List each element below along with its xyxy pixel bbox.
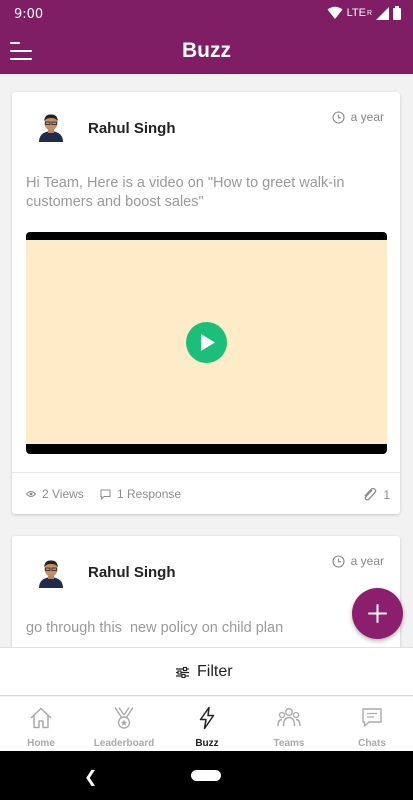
nav-item-teams[interactable]: Teams xyxy=(248,697,330,751)
roaming-indicator: R xyxy=(366,9,372,17)
nav-item-buzz[interactable]: Buzz xyxy=(166,697,248,751)
medal-icon xyxy=(114,707,134,729)
nav-item-home[interactable]: Home xyxy=(0,697,82,751)
clock-icon xyxy=(332,554,345,568)
responses-label: 1 Response xyxy=(117,487,182,501)
network-type: LTE xyxy=(346,7,366,19)
attachment-label: 1 xyxy=(383,487,390,502)
system-navigation-bar: ❮ xyxy=(0,751,413,800)
nav-label-buzz: Buzz xyxy=(195,738,219,749)
status-icons: LTE R xyxy=(327,6,401,20)
page-title: Buzz xyxy=(182,39,231,62)
post-card[interactable]: Rahul Singh a year go through this new p… xyxy=(12,536,400,647)
video-player[interactable] xyxy=(26,232,387,454)
lightning-icon xyxy=(199,706,215,730)
post-time: a year xyxy=(332,554,384,568)
views-count[interactable]: 2 Views xyxy=(26,487,84,501)
avatar[interactable] xyxy=(36,558,66,588)
post-text: Hi Team, Here is a video on "How to gree… xyxy=(26,175,345,210)
post-author[interactable]: Rahul Singh xyxy=(88,564,176,581)
home-pill-icon[interactable] xyxy=(191,770,221,781)
wifi-icon xyxy=(327,6,343,19)
status-bar: 9:00 LTE R xyxy=(0,0,413,29)
bottom-navigation: Home Leaderboard Buzz Teams Chats xyxy=(0,697,413,751)
signal-icon xyxy=(376,6,389,20)
avatar[interactable] xyxy=(36,112,66,142)
eye-icon xyxy=(26,491,36,497)
views-label: 2 Views xyxy=(42,487,84,501)
sliders-icon xyxy=(176,666,189,678)
filter-bar[interactable]: Filter xyxy=(0,647,413,696)
status-time: 9:00 xyxy=(14,7,44,22)
responses-count[interactable]: 1 Response xyxy=(100,487,181,501)
nav-label-chats: Chats xyxy=(358,738,386,749)
play-icon xyxy=(201,334,215,351)
add-post-button[interactable] xyxy=(352,588,403,639)
nav-item-leaderboard[interactable]: Leaderboard xyxy=(83,697,165,751)
attachment-count[interactable]: 1 xyxy=(362,487,390,502)
comment-icon xyxy=(100,489,111,500)
filter-button[interactable]: Filter xyxy=(176,663,233,681)
post-time: a year xyxy=(332,110,384,124)
filter-label: Filter xyxy=(197,663,233,680)
post-time-text: a year xyxy=(350,110,384,124)
plus-icon xyxy=(368,604,387,623)
app-bar: Buzz xyxy=(0,29,413,74)
paperclip-icon xyxy=(364,487,377,501)
post-text: go through this new policy on child plan xyxy=(26,620,284,636)
people-icon xyxy=(277,708,301,727)
nav-label-teams: Teams xyxy=(273,738,305,749)
nav-label-home: Home xyxy=(27,738,55,749)
post-author[interactable]: Rahul Singh xyxy=(88,120,176,137)
nav-item-chats[interactable]: Chats xyxy=(331,697,413,751)
home-icon xyxy=(30,707,52,729)
clock-icon xyxy=(332,110,345,124)
play-button[interactable] xyxy=(186,322,227,363)
chat-icon xyxy=(362,708,382,727)
post-card[interactable]: Rahul Singh a year Hi Team, Here is a vi… xyxy=(12,92,400,514)
back-icon[interactable]: ❮ xyxy=(84,767,97,787)
battery-icon xyxy=(393,6,401,20)
buzz-feed[interactable]: Rahul Singh a year Hi Team, Here is a vi… xyxy=(0,74,413,647)
card-divider xyxy=(12,472,400,473)
nav-label-leaderboard: Leaderboard xyxy=(93,738,155,749)
post-time-text: a year xyxy=(350,554,384,568)
